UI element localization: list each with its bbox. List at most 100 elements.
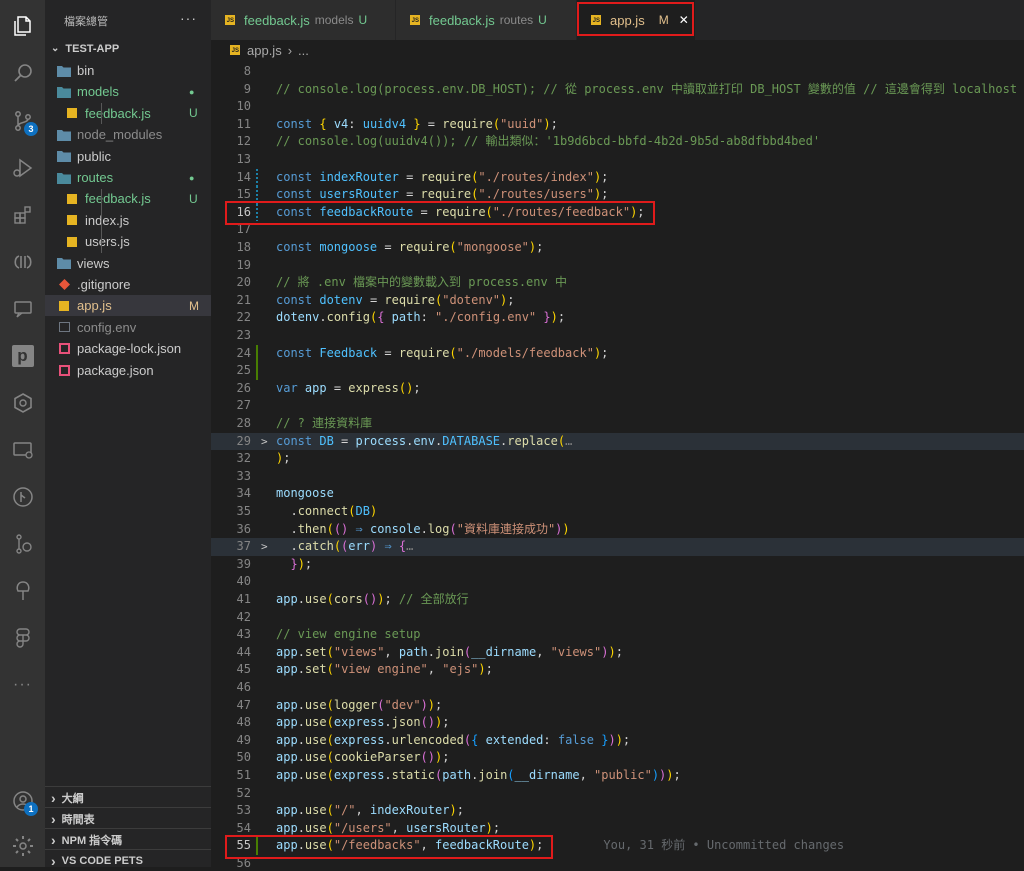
accounts-badge: 1 xyxy=(24,802,38,816)
tree-item[interactable]: app.js M xyxy=(45,295,211,317)
folder-icon xyxy=(57,64,71,78)
code-line: 27 xyxy=(236,398,251,413)
breadcrumb: JS app.js › ... xyxy=(211,40,1024,60)
tab-status: U xyxy=(358,13,368,27)
run-debug-icon[interactable] xyxy=(0,150,45,186)
highlight-box-line-16 xyxy=(225,201,655,225)
sidebar-panel-label: NPM 指令碼 xyxy=(61,834,123,847)
explorer-more-actions[interactable]: ··· xyxy=(180,10,197,26)
js-file-icon xyxy=(57,299,71,313)
tab-description: models xyxy=(314,13,354,27)
tree-item[interactable]: .gitignore xyxy=(45,274,211,295)
code-line: 48 app.use(express.json()); xyxy=(236,715,450,730)
remote-explorer-icon[interactable] xyxy=(0,291,45,327)
editor-tabs: JS feedback.js models U JS feedback.js r… xyxy=(211,0,1024,40)
tree-item[interactable]: public xyxy=(45,146,211,167)
tree-item[interactable]: bin xyxy=(45,60,211,81)
code-line: 10 xyxy=(236,99,251,114)
code-line: 20// 將 .env 檔案中的變數載入到 process.env 中 xyxy=(236,275,567,290)
chevron-down-icon: ⌄ xyxy=(51,43,60,54)
js-file-icon: JS xyxy=(225,15,235,25)
figma-icon[interactable] xyxy=(0,620,45,656)
code-line: 53 app.use("/", indexRouter); xyxy=(236,803,464,818)
settings-file-icon xyxy=(57,320,71,334)
tree-item-label: package.json xyxy=(77,362,154,378)
tree-item-label: public xyxy=(77,148,111,164)
js-file-icon xyxy=(65,192,79,206)
tree-item[interactable]: feedback.js U xyxy=(45,103,211,124)
tree-item[interactable]: routes ● xyxy=(45,167,211,188)
tree-item[interactable]: feedback.js U xyxy=(45,188,211,209)
highlight-box-tab xyxy=(577,2,694,36)
code-line: 24 const Feedback = require("./models/fee… xyxy=(211,344,1024,363)
sidebar-panel-header[interactable]: › 時間表 xyxy=(45,807,211,829)
code-line: 44 app.set("views", path.join(__dirname, … xyxy=(236,644,623,659)
hexagon-extension-icon[interactable] xyxy=(0,385,45,421)
accounts-icon[interactable]: 1 xyxy=(0,783,45,819)
live-share-icon[interactable] xyxy=(0,244,45,280)
code-line: 19 xyxy=(236,257,251,272)
git-status-badge: ● xyxy=(189,86,195,97)
explorer-header: 檔案總管 ··· xyxy=(45,0,211,40)
tree-item[interactable]: config.env xyxy=(45,317,211,338)
git-graph-icon[interactable] xyxy=(0,479,45,515)
sidebar-panel-header[interactable]: › 大綱 xyxy=(45,786,211,808)
code-line: 8 xyxy=(243,64,251,78)
tree-item-label: views xyxy=(77,255,110,271)
more-views-icon[interactable]: ··· xyxy=(0,667,45,703)
tree-item[interactable]: package.json xyxy=(45,360,211,381)
code-line: 14 const indexRouter = require("./routes/… xyxy=(211,168,1024,187)
tree-item[interactable]: views xyxy=(45,253,211,274)
extensions-icon[interactable] xyxy=(0,197,45,233)
code-line: 21 const dotenv = require("dotenv"); xyxy=(236,292,515,307)
workspace-root[interactable]: ⌄ TEST-APP xyxy=(45,38,211,59)
code-editor[interactable]: 8 9// console.log(process.env.DB_HOST); … xyxy=(211,60,1024,867)
git-history-icon[interactable] xyxy=(0,526,45,562)
code-line: 49 app.use(express.urlencoded({ extended:… xyxy=(236,732,631,747)
search-icon[interactable] xyxy=(0,55,45,91)
tab-label: feedback.js xyxy=(244,12,310,28)
sidebar-panel-label: VS CODE PETS xyxy=(61,854,143,867)
settings-gear-icon[interactable] xyxy=(0,828,45,864)
tree-item-label: package-lock.json xyxy=(77,341,182,357)
indent-guide xyxy=(101,103,102,124)
p-extension-icon[interactable]: p xyxy=(0,338,45,374)
tree-item-label: node_modules xyxy=(77,127,163,143)
explorer-icon[interactable] xyxy=(0,8,45,44)
sidebar-panel-header[interactable]: › NPM 指令碼 xyxy=(45,828,211,850)
tab-feedback-models[interactable]: JS feedback.js models U xyxy=(211,0,396,40)
sidebar-panel-header[interactable]: › VS CODE PETS xyxy=(45,849,211,871)
code-line: 51 app.use(express.static(path.join(__dir… xyxy=(236,768,681,782)
git-blame-annotation: You, 31 秒前 • Uncommitted changes xyxy=(603,838,845,853)
code-line: 40 xyxy=(236,574,251,589)
highlight-box-line-55 xyxy=(225,835,553,859)
tree-item[interactable]: models ● xyxy=(45,81,211,102)
source-control-badge: 3 xyxy=(24,122,38,136)
tree-extension-icon[interactable] xyxy=(0,573,45,609)
remote-window-icon[interactable] xyxy=(0,432,45,468)
code-line: 23 xyxy=(236,328,251,342)
workspace-root-label: TEST-APP xyxy=(65,42,120,55)
git-status-badge: ● xyxy=(189,172,195,183)
code-line: 34 mongoose xyxy=(236,486,334,501)
tab-feedback-routes[interactable]: JS feedback.js routes U xyxy=(396,0,577,40)
tree-item[interactable]: users.js xyxy=(45,231,211,252)
breadcrumb-symbol[interactable]: ... xyxy=(298,43,309,58)
code-line: 29 > const DB = process.env.DATABASE.repla… xyxy=(211,432,1024,451)
tree-item[interactable]: package-lock.json xyxy=(45,338,211,359)
tree-item-label: config.env xyxy=(77,319,137,335)
code-line: 13 xyxy=(236,152,251,166)
js-file-icon xyxy=(65,106,79,120)
activity-bar: 3 p ··· 1 xyxy=(0,0,45,867)
git-status-badge: U xyxy=(189,106,198,121)
code-line: 47 app.use(logger("dev")); xyxy=(236,697,443,712)
tab-status: U xyxy=(538,13,547,27)
tree-item-label: .gitignore xyxy=(77,277,131,292)
code-line: 50 app.use(cookieParser()); xyxy=(236,750,450,765)
source-control-icon[interactable]: 3 xyxy=(0,103,45,139)
tree-item[interactable]: node_modules xyxy=(45,124,211,145)
breadcrumb-file[interactable]: app.js xyxy=(247,43,282,58)
tree-item[interactable]: index.js xyxy=(45,210,211,231)
tree-item-label: bin xyxy=(77,63,95,78)
js-file-icon: JS xyxy=(410,15,420,25)
